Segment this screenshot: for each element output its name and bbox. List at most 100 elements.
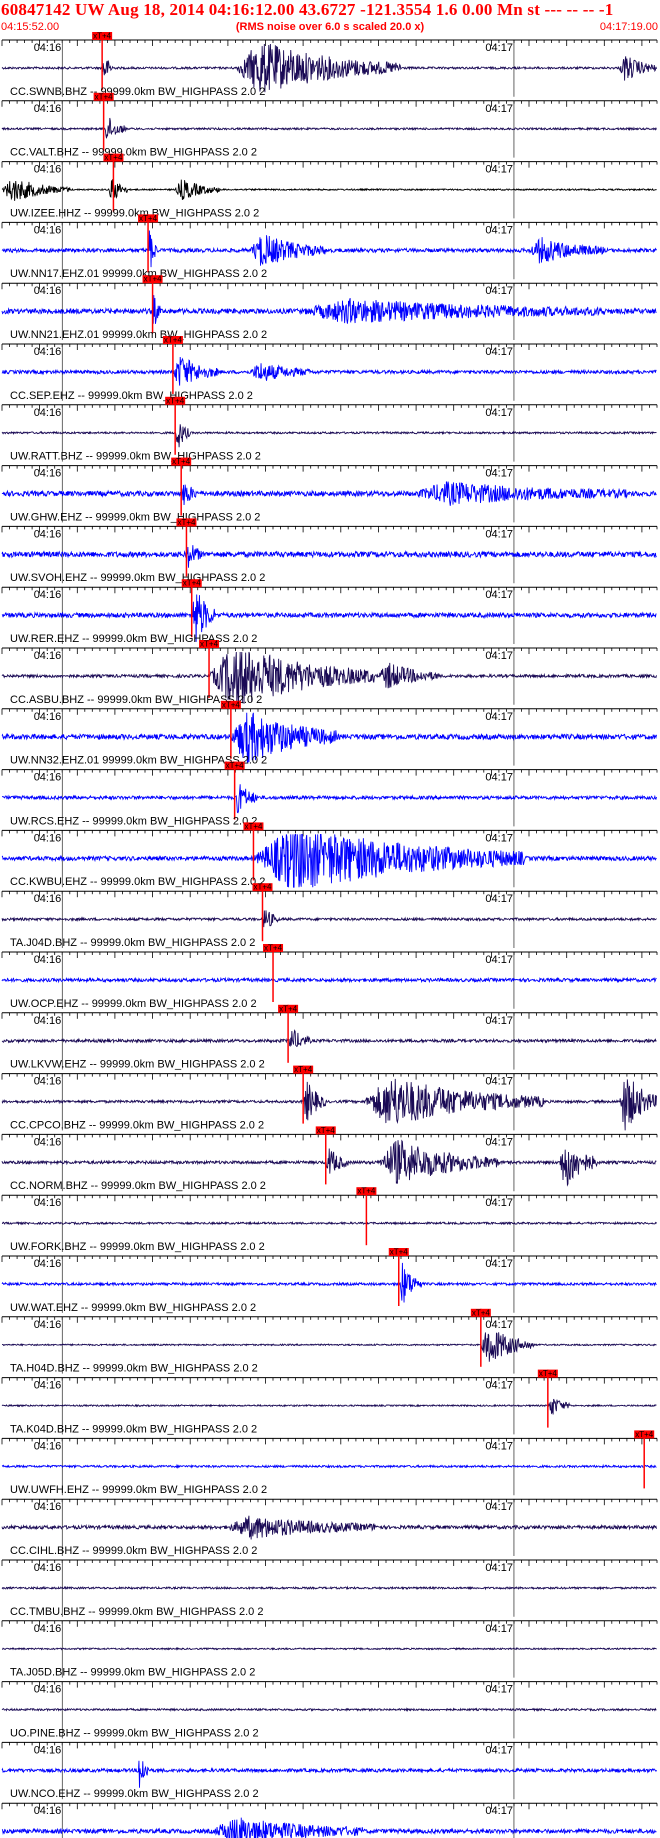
waveform-trace bbox=[1, 117, 657, 139]
pick-label: xT+4 bbox=[222, 700, 241, 709]
waveform-trace bbox=[1, 1817, 657, 1838]
minute-tick-label: 04:17 bbox=[485, 1805, 513, 1817]
station-label: TA.J05D.BHZ -- 99999.0km BW_HIGHPASS 2.0… bbox=[10, 1667, 255, 1679]
minute-tick-label: 04:16 bbox=[34, 103, 62, 115]
minute-tick-label: 04:17 bbox=[485, 1501, 513, 1513]
waveform-trace bbox=[1, 295, 657, 324]
station-label: UW.FORK.BHZ -- 99999.0km BW_HIGHPASS 2.0… bbox=[10, 1241, 265, 1253]
waveform-trace bbox=[1, 179, 657, 201]
pick-label: xT+4 bbox=[294, 1065, 313, 1074]
waveform-trace bbox=[1, 1262, 657, 1303]
station-label: UW.NN17.EHZ.01 99999.0km BW_HIGHPASS 2.0… bbox=[10, 268, 267, 280]
waveform-trace bbox=[1, 976, 657, 984]
waveform-trace bbox=[1, 357, 657, 386]
station-label: UW.RCS.EHZ -- 99999.0km BW_HIGHPASS 2.0 … bbox=[10, 815, 257, 827]
minute-tick-label: 04:16 bbox=[34, 285, 62, 297]
minute-tick-label: 04:17 bbox=[485, 832, 513, 844]
station-label: UW.SVOH.EHZ -- 99999.0km BW_HIGHPASS 2.0… bbox=[10, 572, 265, 584]
minute-tick-label: 04:17 bbox=[485, 42, 513, 54]
station-label: UW.NCO.EHZ -- 99999.0km BW_HIGHPASS 2.0 … bbox=[10, 1788, 259, 1800]
minute-tick-label: 04:17 bbox=[485, 407, 513, 419]
minute-tick-label: 04:16 bbox=[34, 1136, 62, 1148]
station-label: UW.IZEE.HHZ -- 99999.0km BW_HIGHPASS 2.0… bbox=[10, 207, 259, 219]
pick-label: xT+4 bbox=[264, 944, 283, 953]
waveform-trace bbox=[1, 545, 657, 568]
minute-tick-label: 04:16 bbox=[34, 832, 62, 844]
minute-tick-label: 04:17 bbox=[485, 1319, 513, 1331]
minute-tick-label: 04:16 bbox=[34, 711, 62, 723]
waveform-trace bbox=[1, 1220, 657, 1226]
station-label: CC.CIHL.BHZ -- 99999.0km BW_HIGHPASS 2.0… bbox=[10, 1545, 257, 1557]
pick-label: xT+4 bbox=[390, 1248, 409, 1257]
minute-tick-label: 04:17 bbox=[485, 528, 513, 540]
minute-tick-label: 04:16 bbox=[34, 1623, 62, 1635]
pick-label: xT+4 bbox=[144, 275, 163, 284]
waveform-trace bbox=[1, 784, 657, 814]
minute-tick-label: 04:17 bbox=[485, 224, 513, 236]
station-label: CC.SWNB.BHZ -- 99999.0km BW_HIGHPASS 2.0… bbox=[10, 86, 265, 98]
pick-label: xT+4 bbox=[93, 32, 112, 41]
waveform-trace bbox=[1, 1029, 657, 1048]
pick-label: xT+4 bbox=[164, 336, 183, 345]
minute-tick-label: 04:16 bbox=[34, 164, 62, 176]
waveform-trace bbox=[1, 910, 657, 928]
pick-label: xT+4 bbox=[166, 396, 185, 405]
waveform-trace bbox=[1, 1463, 657, 1470]
waveform-trace bbox=[1, 1398, 657, 1415]
station-label: CC.KWBU.EHZ -- 99999.0km BW_HIGHPASS 2.0… bbox=[10, 876, 265, 888]
pick-label: xT+4 bbox=[139, 214, 158, 223]
pick-label: xT+4 bbox=[472, 1308, 491, 1317]
minute-tick-label: 04:16 bbox=[34, 528, 62, 540]
minute-tick-label: 04:16 bbox=[34, 1805, 62, 1817]
minute-tick-label: 04:16 bbox=[34, 468, 62, 480]
minute-tick-label: 04:17 bbox=[485, 1623, 513, 1635]
waveform-trace bbox=[1, 1760, 657, 1788]
station-label: UW.RER.EHZ -- 99999.0km BW_HIGHPASS 2.0 … bbox=[10, 633, 257, 645]
station-label: UW.NN21.EHZ.01 99999.0km BW_HIGHPASS 2.0… bbox=[10, 329, 267, 341]
station-label: UW.OCP.EHZ -- 99999.0km BW_HIGHPASS 2.0 … bbox=[10, 998, 257, 1010]
pick-label: xT+4 bbox=[95, 92, 114, 101]
minute-tick-label: 04:17 bbox=[485, 589, 513, 601]
waveform-trace bbox=[1, 1585, 657, 1591]
minute-tick-label: 04:16 bbox=[34, 772, 62, 784]
station-label: UW.WAT.EHZ -- 99999.0km BW_HIGHPASS 2.0 … bbox=[10, 1302, 256, 1314]
station-label: UW.RATT.BHZ -- 99999.0km BW_HIGHPASS 2.0… bbox=[10, 451, 261, 463]
waveform-trace bbox=[1, 230, 657, 268]
minute-tick-label: 04:16 bbox=[34, 1015, 62, 1027]
minute-tick-label: 04:16 bbox=[34, 1744, 62, 1756]
pick-label: xT+4 bbox=[226, 761, 245, 770]
minute-tick-label: 04:17 bbox=[485, 1197, 513, 1209]
pick-label: xT+4 bbox=[183, 579, 202, 588]
minute-tick-label: 04:17 bbox=[485, 346, 513, 358]
station-label: UW.GHW.EHZ -- 99999.0km BW_HIGHPASS 2.0 … bbox=[10, 511, 260, 523]
minute-tick-label: 04:16 bbox=[34, 346, 62, 358]
pick-label: xT+4 bbox=[177, 518, 196, 527]
station-label: CC.TMBU.BHZ -- 99999.0km BW_HIGHPASS 2.0… bbox=[10, 1606, 263, 1618]
waveform-trace bbox=[1, 424, 657, 448]
pick-label: xT+4 bbox=[539, 1369, 558, 1378]
minute-tick-label: 04:16 bbox=[34, 893, 62, 905]
minute-tick-label: 04:17 bbox=[485, 1744, 513, 1756]
minute-tick-label: 04:16 bbox=[34, 1258, 62, 1270]
minute-tick-label: 04:17 bbox=[485, 650, 513, 662]
waveform-trace bbox=[1, 1332, 657, 1362]
minute-tick-label: 04:16 bbox=[34, 1197, 62, 1209]
minute-tick-label: 04:17 bbox=[485, 1076, 513, 1088]
minute-tick-label: 04:16 bbox=[34, 1076, 62, 1088]
waveform-trace bbox=[1, 1515, 657, 1540]
station-label: TA.J04D.BHZ -- 99999.0km BW_HIGHPASS 2.0… bbox=[10, 937, 255, 949]
minute-tick-label: 04:16 bbox=[34, 650, 62, 662]
minute-tick-label: 04:16 bbox=[34, 1562, 62, 1574]
pick-label: xT+4 bbox=[172, 457, 191, 466]
minute-tick-label: 04:17 bbox=[485, 1015, 513, 1027]
minute-tick-label: 04:17 bbox=[485, 285, 513, 297]
minute-tick-label: 04:17 bbox=[485, 954, 513, 966]
minute-tick-label: 04:17 bbox=[485, 1562, 513, 1574]
minute-tick-label: 04:17 bbox=[485, 1684, 513, 1696]
minute-tick-label: 04:16 bbox=[34, 1684, 62, 1696]
minute-tick-label: 04:17 bbox=[485, 468, 513, 480]
station-label: CC.VALT.BHZ -- 99999.0km BW_HIGHPASS 2.0… bbox=[10, 147, 257, 159]
minute-tick-label: 04:16 bbox=[34, 224, 62, 236]
pick-label: xT+4 bbox=[317, 1126, 336, 1135]
minute-tick-label: 04:17 bbox=[485, 164, 513, 176]
